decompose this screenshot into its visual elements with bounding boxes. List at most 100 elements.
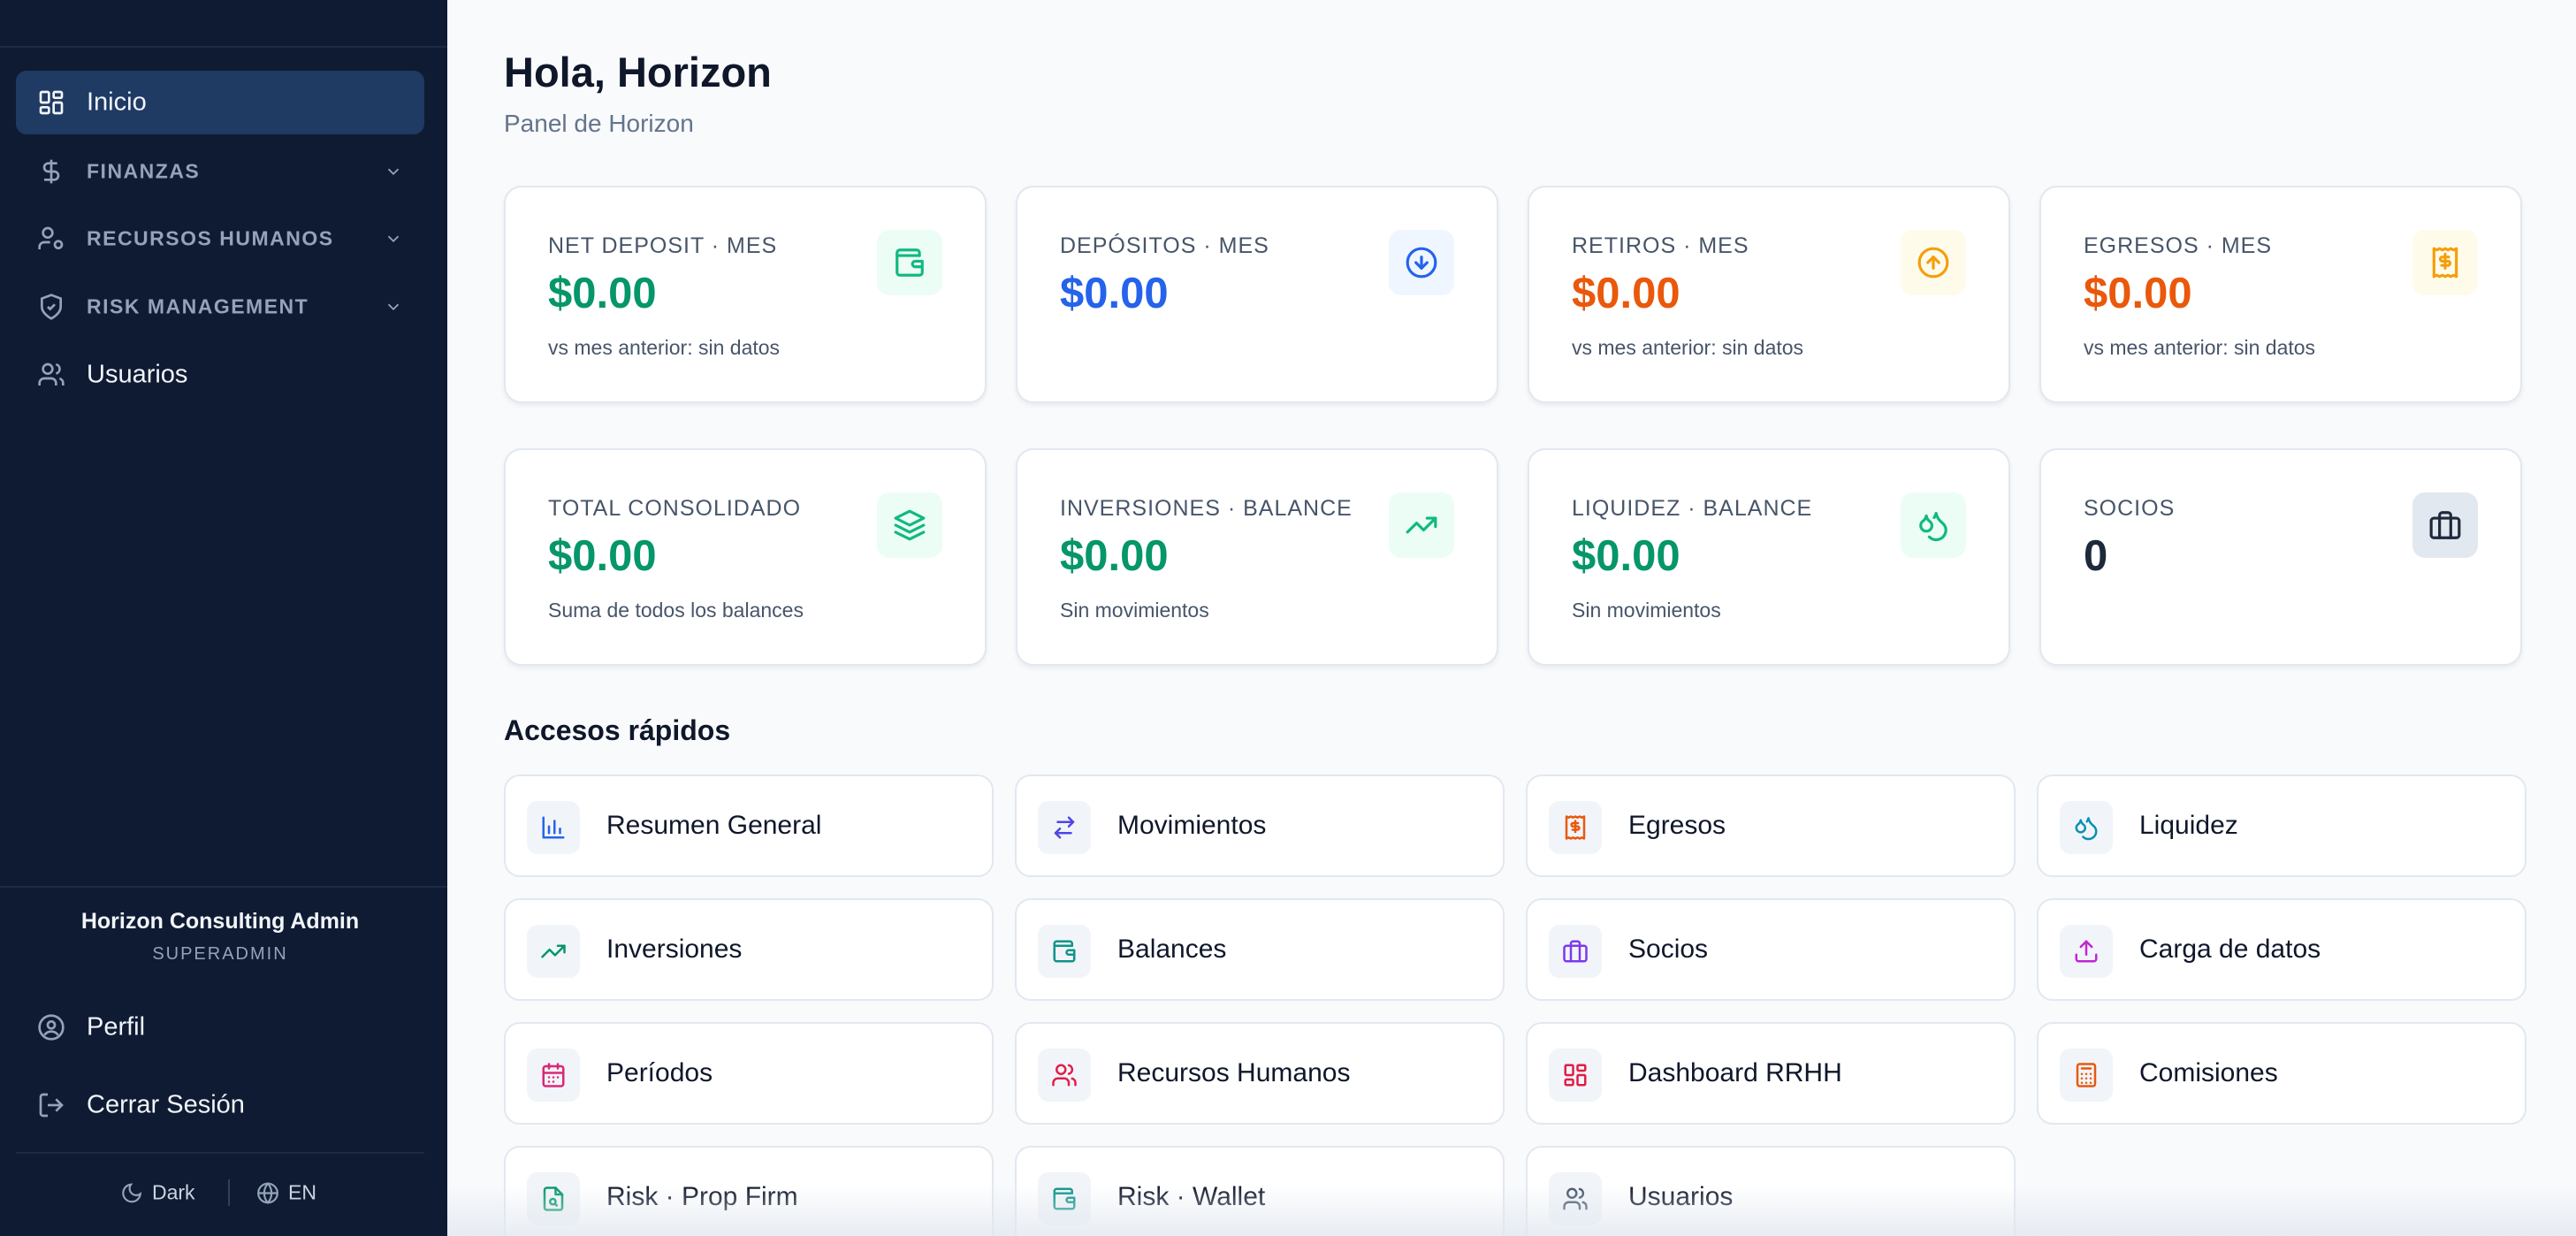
quick-access-liquidez[interactable]: Liquidez: [2037, 774, 2526, 877]
logout-button[interactable]: Cerrar Sesión: [16, 1073, 424, 1137]
stat-label: INVERSIONES · BALANCE: [1060, 496, 1353, 521]
quick-access-socios[interactable]: Socios: [1526, 898, 2016, 1001]
quick-access-label: Liquidez: [2139, 811, 2238, 840]
sidebar-divider: [16, 1152, 424, 1154]
quick-access-label: Inversiones: [606, 935, 743, 964]
upload-icon: [2060, 925, 2113, 978]
sidebar-item-label: Perfil: [87, 1012, 146, 1041]
quick-access-dashboard-rrhh[interactable]: Dashboard RRHH: [1526, 1022, 2016, 1125]
sidebar-item-label: Inicio: [87, 88, 147, 117]
user-gear-icon: [37, 225, 65, 253]
users-icon: [1038, 1049, 1091, 1102]
sidebar-section-risk-management[interactable]: RISK MANAGEMENT: [16, 275, 424, 339]
sidebar-section-finanzas[interactable]: FINANZAS: [16, 140, 424, 203]
dollar-icon: [37, 157, 65, 186]
sidebar-item-usuarios[interactable]: Usuarios: [16, 343, 424, 407]
quick-access-usuarios[interactable]: Usuarios: [1526, 1146, 2016, 1236]
quick-access-periodos[interactable]: Períodos: [504, 1022, 994, 1125]
stat-value: $0.00: [548, 532, 657, 580]
quick-access-risk-wallet[interactable]: Risk · Wallet: [1015, 1146, 1505, 1236]
bar-chart-icon: [527, 801, 580, 854]
stat-label: DEPÓSITOS · MES: [1060, 233, 1269, 258]
trending-up-icon: [1389, 492, 1454, 558]
quick-access-movimientos[interactable]: Movimientos: [1015, 774, 1505, 877]
wallet-icon: [1038, 925, 1091, 978]
sidebar-item-inicio[interactable]: Inicio: [16, 71, 424, 134]
quick-access-label: Risk · Prop Firm: [606, 1182, 798, 1211]
calculator-icon: [2060, 1049, 2113, 1102]
user-name: Horizon Consulting Admin: [80, 909, 360, 934]
stat-card-socios: SOCIOS 0: [2039, 448, 2522, 666]
quick-access-label: Risk · Wallet: [1117, 1182, 1266, 1211]
sidebar-divider: [0, 886, 447, 888]
page-title: Hola, Horizon: [504, 49, 772, 95]
moon-icon: [122, 1182, 142, 1202]
stat-card-inversiones-balance: INVERSIONES · BALANCE $0.00 Sin movimiento…: [1016, 448, 1498, 666]
wallet-icon: [877, 230, 942, 295]
chevron-down-icon: [384, 229, 403, 248]
stat-subtext: vs mes anterior: sin datos: [2084, 336, 2316, 359]
quick-access-title: Accesos rápidos: [504, 714, 731, 746]
calendar-icon: [527, 1049, 580, 1102]
quick-access-inversiones[interactable]: Inversiones: [504, 898, 994, 1001]
chevron-down-icon: [384, 162, 403, 181]
toggle-separator: [228, 1179, 230, 1206]
sidebar-item-perfil[interactable]: Perfil: [16, 996, 424, 1059]
chevron-down-icon: [384, 297, 403, 317]
theme-label: Dark: [152, 1180, 195, 1204]
stat-value: $0.00: [1060, 270, 1169, 317]
users-icon: [37, 361, 65, 389]
language-toggle[interactable]: EN: [256, 1181, 316, 1205]
stat-card-retiros-mes: RETIROS · MES $0.00 vs mes anterior: sin d…: [1528, 186, 2010, 403]
quick-access-egresos[interactable]: Egresos: [1526, 774, 2016, 877]
quick-access-label: Carga de datos: [2139, 935, 2321, 964]
sidebar-section-label: RISK MANAGEMENT: [87, 294, 309, 318]
stat-value: $0.00: [548, 270, 657, 317]
stat-subtext: Sin movimientos: [1572, 599, 1721, 622]
quick-access-carga-de-datos[interactable]: Carga de datos: [2037, 898, 2526, 1001]
stat-value: $0.00: [1572, 270, 1680, 317]
stat-label: LIQUIDEZ · BALANCE: [1572, 496, 1813, 521]
language-label: EN: [288, 1180, 316, 1204]
stat-value: $0.00: [1572, 532, 1680, 580]
quick-access-label: Comisiones: [2139, 1058, 2278, 1087]
stat-subtext: Suma de todos los balances: [548, 599, 804, 622]
logout-icon: [37, 1091, 65, 1119]
stat-value: 0: [2084, 532, 2108, 580]
stat-value: $0.00: [2084, 270, 2192, 317]
quick-access-resumen-general[interactable]: Resumen General: [504, 774, 994, 877]
stat-value: $0.00: [1060, 532, 1169, 580]
droplets-icon: [2060, 801, 2113, 854]
globe-icon: [257, 1181, 278, 1204]
sidebar: Inicio FINANZAS RECURSOS HUMANOS RISK MA…: [0, 0, 447, 1236]
stat-label: RETIROS · MES: [1572, 233, 1749, 258]
stat-label: TOTAL CONSOLIDADO: [548, 496, 802, 521]
droplets-icon: [1901, 492, 1966, 558]
quick-access-balances[interactable]: Balances: [1015, 898, 1505, 1001]
sidebar-item-label: Usuarios: [87, 360, 188, 389]
sidebar-section-recursos-humanos[interactable]: RECURSOS HUMANOS: [16, 207, 424, 271]
layers-icon: [877, 492, 942, 558]
quick-access-label: Egresos: [1628, 811, 1726, 840]
file-search-icon: [527, 1172, 580, 1225]
arrow-up-circle-icon: [1901, 230, 1966, 295]
stat-card-total-consolidado: TOTAL CONSOLIDADO $0.00 Suma de todos los …: [504, 448, 987, 666]
quick-access-label: Períodos: [606, 1058, 713, 1087]
stat-label: EGRESOS · MES: [2084, 233, 2273, 258]
theme-toggle[interactable]: Dark: [120, 1181, 195, 1205]
stat-subtext: vs mes anterior: sin datos: [1572, 336, 1804, 359]
stat-subtext: vs mes anterior: sin datos: [548, 336, 781, 359]
shield-check-icon: [37, 293, 65, 321]
stat-card-liquidez-balance: LIQUIDEZ · BALANCE $0.00 Sin movimientos: [1528, 448, 2010, 666]
quick-access-label: Usuarios: [1628, 1182, 1734, 1211]
quick-access-label: Balances: [1117, 935, 1227, 964]
quick-access-label: Socios: [1628, 935, 1709, 964]
quick-access-risk-prop-firm[interactable]: Risk · Prop Firm: [504, 1146, 994, 1236]
wallet-icon: [1038, 1172, 1091, 1225]
quick-access-comisiones[interactable]: Comisiones: [2037, 1022, 2526, 1125]
quick-access-label: Resumen General: [606, 811, 822, 840]
quick-access-recursos-humanos[interactable]: Recursos Humanos: [1015, 1022, 1505, 1125]
stat-card-egresos-mes: EGRESOS · MES $0.00 vs mes anterior: sin d…: [2039, 186, 2522, 403]
arrow-down-circle-icon: [1389, 230, 1454, 295]
sidebar-top-divider: [0, 46, 447, 48]
